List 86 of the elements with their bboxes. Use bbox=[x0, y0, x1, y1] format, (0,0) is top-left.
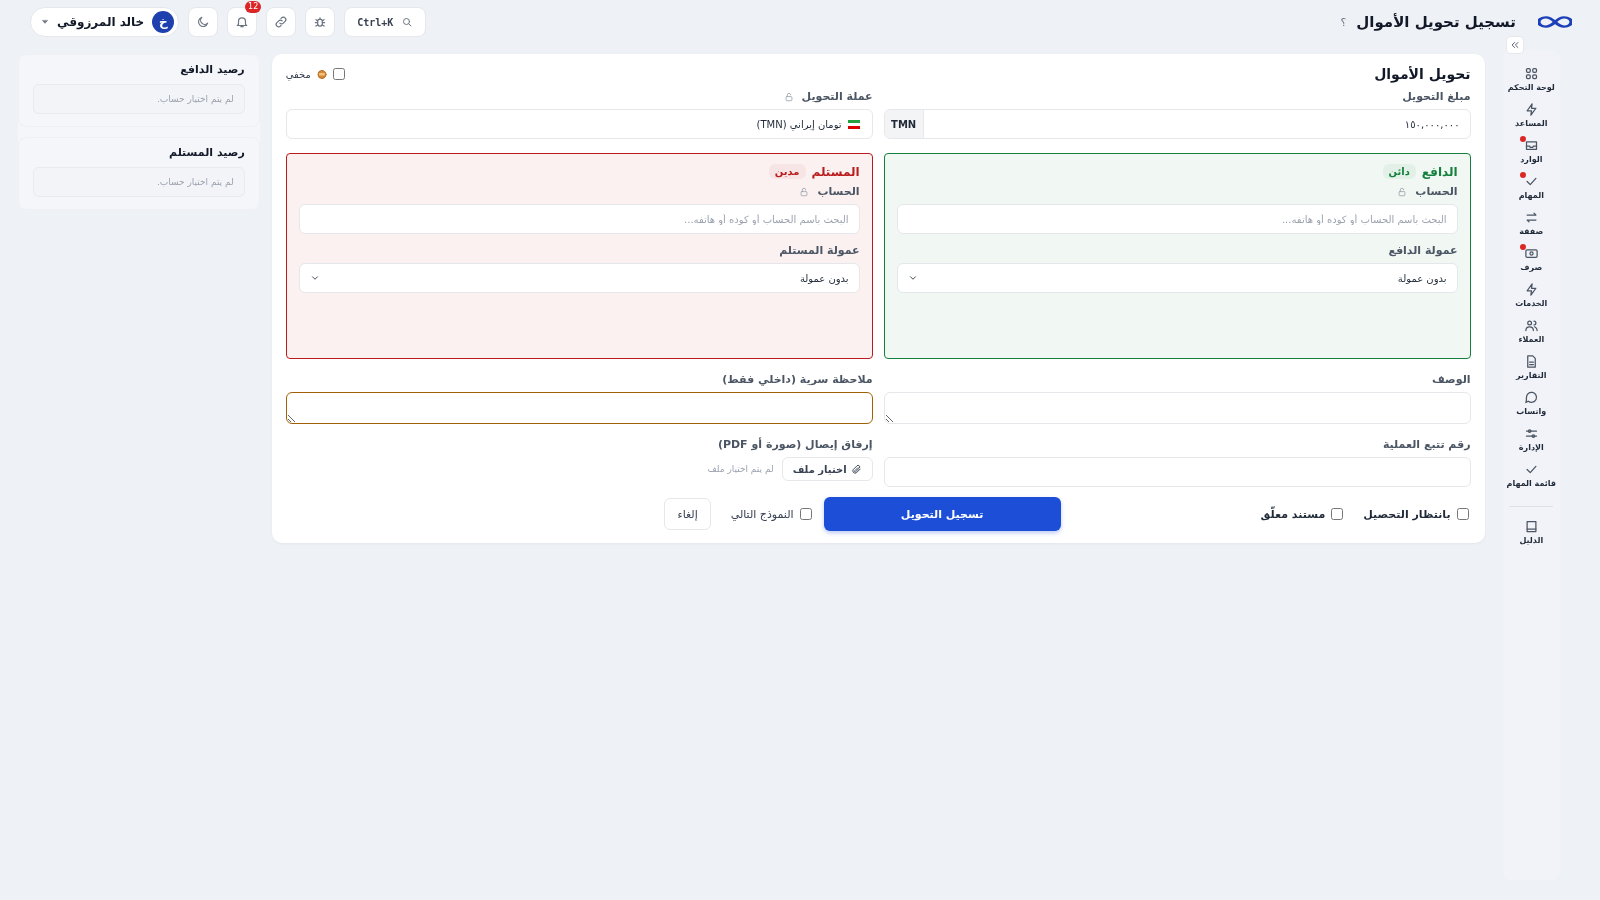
notifications-button[interactable] bbox=[227, 7, 258, 37]
user-avatar: خ bbox=[152, 11, 175, 33]
field-label: عملة التحويل bbox=[801, 90, 873, 103]
chevron-down-icon bbox=[309, 273, 320, 283]
bell-icon bbox=[235, 15, 250, 29]
field-label: الوصف bbox=[1432, 373, 1471, 386]
currency-value: تومان إيراني (TMN) bbox=[756, 118, 842, 130]
padlock-icon bbox=[1397, 186, 1408, 197]
sidebar-item[interactable]: الخدمات bbox=[1503, 280, 1560, 310]
speech-bubble-icon bbox=[1523, 390, 1539, 405]
field-label: مبلغ التحويل bbox=[1402, 90, 1471, 103]
tracking-number-field[interactable] bbox=[883, 457, 1471, 487]
submit-button[interactable]: تسجيل التحويل bbox=[823, 497, 1061, 531]
sidebar-item[interactable]: لوحة التحكم bbox=[1503, 64, 1560, 94]
grid-icon bbox=[1523, 66, 1539, 81]
sidebar-item[interactable]: صفقة bbox=[1503, 208, 1560, 238]
moon-icon bbox=[196, 15, 211, 29]
paperclip-icon bbox=[850, 463, 862, 475]
padlock-icon bbox=[799, 186, 810, 197]
search-button[interactable]: Ctrl+K bbox=[344, 7, 427, 37]
balance-box: لم يتم اختيار حساب. bbox=[33, 84, 245, 114]
sliders-icon bbox=[1523, 426, 1539, 441]
sidebar-item[interactable]: صرف bbox=[1503, 244, 1560, 274]
sidebar-item[interactable]: واتساب bbox=[1503, 388, 1560, 418]
balance-title: رصيد الدافع bbox=[179, 63, 245, 76]
search-icon bbox=[401, 16, 414, 28]
chevron-down-icon bbox=[907, 273, 918, 283]
flag-icon bbox=[847, 119, 860, 129]
file-status-text: لم يتم اختيار ملف bbox=[707, 464, 774, 474]
double-chevron-icon bbox=[1510, 40, 1520, 50]
commission-dropdown[interactable]: بدون عمولة bbox=[298, 263, 860, 293]
cancel-button[interactable]: إلغاء bbox=[664, 498, 711, 530]
currency-field[interactable]: تومان إيراني (TMN) bbox=[285, 109, 873, 139]
secret-note-field[interactable] bbox=[285, 392, 873, 424]
field-label: الحساب bbox=[817, 185, 860, 198]
description-field[interactable] bbox=[883, 392, 1471, 424]
party-title: الدافع bbox=[1421, 164, 1458, 179]
shortcut-label: Ctrl+K bbox=[357, 16, 394, 28]
option-label: مستند معلّق bbox=[1260, 507, 1326, 521]
link-icon bbox=[274, 15, 289, 29]
sidebar-item[interactable]: المهام bbox=[1503, 172, 1560, 202]
collapse-button[interactable] bbox=[1506, 36, 1524, 54]
user-menu-button[interactable]: خ خالد المرزوقي bbox=[30, 7, 180, 37]
choose-file-button[interactable]: اختيار ملف bbox=[781, 457, 873, 481]
bug-icon bbox=[313, 15, 328, 29]
sidebar-item[interactable]: قائمة المهام bbox=[1503, 460, 1560, 490]
help-button[interactable]: ؟ bbox=[1340, 15, 1347, 29]
next-form-checkbox[interactable] bbox=[799, 508, 812, 520]
field-label: عمولة المستلم bbox=[779, 244, 860, 257]
sidebar-item[interactable]: التقارير bbox=[1503, 352, 1560, 382]
theme-toggle-button[interactable] bbox=[188, 7, 219, 37]
sidebar-item[interactable]: الدليل bbox=[1503, 517, 1560, 547]
balance-title: رصيد المستلم bbox=[168, 146, 245, 159]
sidebar-item[interactable]: المساعد bbox=[1503, 100, 1560, 130]
party-type-badge: دائن bbox=[1382, 164, 1416, 179]
field-label: إرفاق إيصال (صورة أو PDF) bbox=[717, 438, 873, 451]
link-button[interactable] bbox=[266, 7, 297, 37]
tray-icon bbox=[1523, 138, 1539, 153]
form-title: تحويل الأموال bbox=[1374, 66, 1471, 82]
party-type-badge: مدين bbox=[768, 164, 806, 179]
commission-dropdown[interactable]: بدون عمولة bbox=[896, 263, 1458, 293]
notification-count: 12 bbox=[245, 1, 262, 13]
option-checkbox[interactable] bbox=[1456, 508, 1469, 520]
party-title: المستلم bbox=[811, 164, 860, 179]
currency-code: TMN bbox=[884, 110, 924, 138]
user-name: خالد المرزوقي bbox=[57, 15, 145, 29]
field-label: رقم تتبع العملية bbox=[1382, 438, 1471, 451]
padlock-icon bbox=[783, 91, 794, 102]
sidebar-item[interactable]: الوارد bbox=[1503, 136, 1560, 166]
sidebar-item[interactable]: العملاء bbox=[1503, 316, 1560, 346]
banknote-icon bbox=[1523, 246, 1539, 261]
sidebar-item[interactable]: الإدارة bbox=[1503, 424, 1560, 454]
people-icon bbox=[1523, 318, 1539, 333]
option-label: بانتظار التحصيل bbox=[1363, 507, 1451, 521]
next-form-label: النموذج التالي bbox=[730, 507, 794, 521]
field-label: الحساب bbox=[1415, 185, 1458, 198]
hidden-label: مخفي bbox=[285, 68, 311, 80]
book-icon bbox=[1523, 519, 1539, 534]
caret-icon bbox=[41, 18, 49, 26]
page-title: تسجيل تحويل الأموال bbox=[1356, 13, 1516, 31]
field-label: عمولة الدافع bbox=[1388, 244, 1458, 257]
balance-box: لم يتم اختيار حساب. bbox=[33, 167, 245, 197]
hidden-checkbox[interactable] bbox=[332, 68, 345, 80]
field-label: ملاحظة سرية (داخلي فقط) bbox=[722, 373, 873, 386]
option-checkbox[interactable] bbox=[1331, 508, 1344, 520]
bug-button[interactable] bbox=[305, 7, 336, 37]
